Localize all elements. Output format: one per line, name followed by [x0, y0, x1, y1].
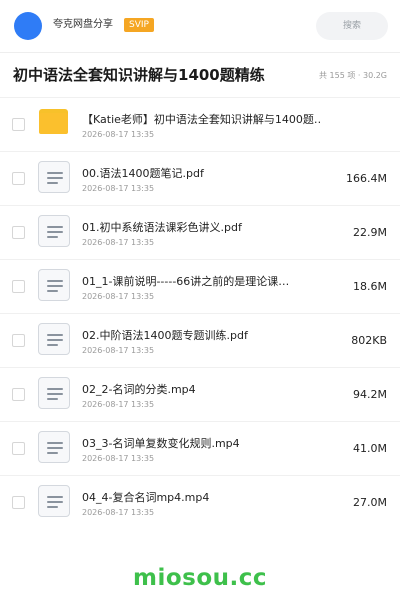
row-checkbox[interactable]	[12, 280, 25, 293]
folder-icon	[39, 109, 68, 134]
watermark: miosou.cc	[132, 565, 268, 591]
file-size: 22.9M	[353, 226, 387, 239]
file-list: 【Katie老师】初中语法全套知识讲解与1400题… 2026-08-17 13:…	[0, 97, 400, 529]
user-name[interactable]: 夸克网盘分享	[53, 18, 113, 32]
document-icon	[38, 161, 70, 193]
file-date: 2026-08-17 13:35	[82, 130, 155, 139]
file-name[interactable]: 00.语法1400题笔记.pdf	[82, 166, 322, 181]
row-checkbox[interactable]	[12, 388, 25, 401]
page-title: 初中语法全套知识讲解与1400题精练	[13, 66, 265, 84]
file-row[interactable]: 04_4-复合名词mp4.mp4 2026-08-17 13:35 27.0M	[0, 475, 400, 529]
file-summary: 共 155 项 · 30.2G	[319, 71, 387, 80]
top-bar: 夸克网盘分享 SVIP 搜索	[0, 0, 400, 52]
row-checkbox[interactable]	[12, 226, 25, 239]
row-checkbox[interactable]	[12, 442, 25, 455]
file-size: 18.6M	[353, 280, 387, 293]
document-icon	[38, 485, 70, 517]
file-size: 802KB	[351, 334, 387, 347]
file-size: 94.2M	[353, 388, 387, 401]
file-name[interactable]: 01.初中系统语法课彩色讲义.pdf	[82, 220, 322, 235]
row-checkbox[interactable]	[12, 172, 25, 185]
file-row[interactable]: 01.初中系统语法课彩色讲义.pdf 2026-08-17 13:35 22.9M	[0, 205, 400, 259]
document-icon	[38, 431, 70, 463]
file-row[interactable]: 00.语法1400题笔记.pdf 2026-08-17 13:35 166.4M	[0, 151, 400, 205]
file-row[interactable]: 02.中阶语法1400题专题训练.pdf 2026-08-17 13:35 802K…	[0, 313, 400, 367]
search-input[interactable]: 搜索	[316, 12, 388, 40]
file-date: 2026-08-17 13:35	[82, 346, 155, 355]
file-size: 27.0M	[353, 496, 387, 509]
svip-badge: SVIP	[124, 18, 154, 32]
title-area: 初中语法全套知识讲解与1400题精练 共 155 项 · 30.2G	[0, 53, 400, 97]
file-date: 2026-08-17 13:35	[82, 454, 155, 463]
document-icon	[38, 215, 70, 247]
file-row[interactable]: 01_1-课前说明-----66讲之前的是理论课… 2026-08-17 13:3…	[0, 259, 400, 313]
file-name[interactable]: 【Katie老师】初中语法全套知识讲解与1400题…	[82, 112, 322, 127]
file-name[interactable]: 02.中阶语法1400题专题训练.pdf	[82, 328, 322, 343]
file-name[interactable]: 03_3-名词单复数变化规则.mp4	[82, 436, 322, 451]
file-size: 41.0M	[353, 442, 387, 455]
file-date: 2026-08-17 13:35	[82, 238, 155, 247]
file-row[interactable]: 02_2-名词的分类.mp4 2026-08-17 13:35 94.2M	[0, 367, 400, 421]
file-date: 2026-08-17 13:35	[82, 184, 155, 193]
file-date: 2026-08-17 13:35	[82, 292, 155, 301]
document-icon	[38, 377, 70, 409]
row-checkbox[interactable]	[12, 334, 25, 347]
avatar[interactable]	[14, 12, 42, 40]
file-name[interactable]: 02_2-名词的分类.mp4	[82, 382, 322, 397]
document-icon	[38, 323, 70, 355]
document-icon	[38, 269, 70, 301]
file-name[interactable]: 04_4-复合名词mp4.mp4	[82, 490, 322, 505]
row-checkbox[interactable]	[12, 496, 25, 509]
file-date: 2026-08-17 13:35	[82, 400, 155, 409]
file-row[interactable]: 【Katie老师】初中语法全套知识讲解与1400题… 2026-08-17 13:…	[0, 97, 400, 151]
file-size: 166.4M	[346, 172, 387, 185]
file-name[interactable]: 01_1-课前说明-----66讲之前的是理论课…	[82, 274, 322, 289]
row-checkbox[interactable]	[12, 118, 25, 131]
file-row[interactable]: 03_3-名词单复数变化规则.mp4 2026-08-17 13:35 41.0M	[0, 421, 400, 475]
file-date: 2026-08-17 13:35	[82, 508, 155, 517]
